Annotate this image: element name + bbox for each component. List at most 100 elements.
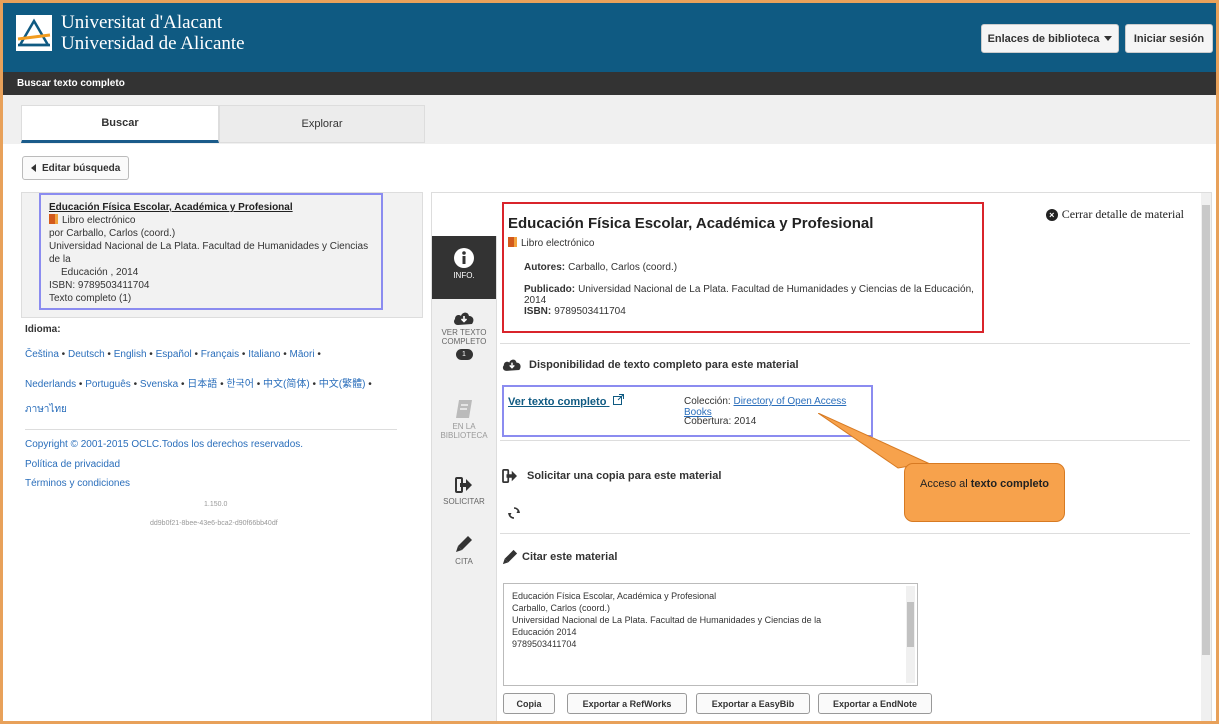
nav-info[interactable]: INFO. bbox=[432, 236, 496, 299]
tab-search[interactable]: Buscar bbox=[21, 105, 219, 143]
lang-link[interactable]: Español bbox=[156, 349, 192, 360]
info-icon bbox=[454, 248, 474, 268]
authors-label: Autores: bbox=[524, 262, 566, 273]
availability-heading-text: Disponibilidad de texto completo para es… bbox=[529, 358, 799, 371]
result-fulltext-count: Texto completo (1) bbox=[49, 293, 132, 304]
lang-link[interactable]: Deutsch bbox=[68, 349, 105, 360]
collection-label: Colección: bbox=[684, 396, 731, 407]
export-easybib-button[interactable]: Exportar a EasyBib bbox=[696, 693, 810, 714]
result-type-label: Libro electrónico bbox=[62, 215, 136, 226]
lang-link[interactable]: 한국어 bbox=[226, 379, 254, 390]
university-logo-icon[interactable] bbox=[16, 15, 52, 51]
language-links-row2: Nederlands • Português • Svenska • 日本語 •… bbox=[25, 375, 372, 390]
university-name[interactable]: Universitat d'Alacant Universidad de Ali… bbox=[61, 12, 245, 54]
nav-request[interactable]: SOLICITAR bbox=[432, 477, 496, 517]
cloud-download-icon bbox=[502, 359, 521, 371]
view-fulltext-label: Ver texto completo bbox=[508, 396, 607, 408]
separator: • bbox=[191, 349, 201, 360]
lang-link[interactable]: Māori bbox=[290, 349, 315, 360]
caret-down-icon bbox=[1104, 35, 1113, 41]
request-heading-text: Solicitar una copia para este material bbox=[527, 470, 722, 482]
result-title[interactable]: Educación Física Escolar, Académica y Pr… bbox=[49, 201, 373, 214]
lang-link[interactable]: ภาษาไทย bbox=[25, 404, 67, 415]
coverage-info: Cobertura: 2014 bbox=[684, 416, 756, 427]
lang-link[interactable]: 日本語 bbox=[187, 379, 217, 390]
nav-library[interactable]: EN LA BIBLIOTECA bbox=[432, 399, 496, 454]
ebook-icon bbox=[508, 237, 517, 247]
authors-value: Carballo, Carlos (coord.) bbox=[568, 262, 678, 273]
lang-link[interactable]: 中文(简体) bbox=[263, 379, 310, 390]
result-item[interactable]: Educación Física Escolar, Académica y Pr… bbox=[21, 192, 423, 318]
citation-textarea[interactable]: Educación Física Escolar, Académica y Pr… bbox=[503, 583, 918, 686]
export-refworks-button[interactable]: Exportar a RefWorks bbox=[567, 693, 687, 714]
nav-cite[interactable]: CITA bbox=[432, 535, 496, 575]
detail-panel: INFO. VER TEXTO COMPLETO 1 EN LA BIBLIOT… bbox=[431, 192, 1212, 721]
search-tabs: Buscar Explorar bbox=[3, 95, 1216, 144]
separator: • bbox=[130, 379, 140, 390]
lang-link[interactable]: Čeština bbox=[25, 349, 59, 360]
close-detail-label: Cerrar detalle de material bbox=[1061, 207, 1184, 221]
divider bbox=[25, 429, 397, 430]
detail-type: Libro electrónico bbox=[508, 237, 594, 249]
copy-button[interactable]: Copia bbox=[503, 693, 555, 714]
detail-side-nav: INFO. VER TEXTO COMPLETO 1 EN LA BIBLIOT… bbox=[432, 236, 497, 721]
library-links-dropdown[interactable]: Enlaces de biblioteca bbox=[981, 24, 1119, 53]
fulltext-count-badge: 1 bbox=[455, 349, 473, 360]
lang-link[interactable]: Italiano bbox=[248, 349, 280, 360]
isbn-label: ISBN: bbox=[524, 306, 552, 317]
citation-scrollbar[interactable] bbox=[906, 586, 915, 683]
nav-info-label: INFO. bbox=[453, 271, 475, 280]
external-link-icon bbox=[613, 394, 625, 405]
lang-link[interactable]: Português bbox=[85, 379, 131, 390]
sign-in-arrow-icon bbox=[502, 469, 517, 483]
detail-scroll-thumb[interactable] bbox=[1202, 205, 1210, 655]
view-fulltext-link[interactable]: Ver texto completo bbox=[508, 394, 625, 408]
published-label: Publicado: bbox=[524, 284, 576, 295]
lang-link[interactable]: Français bbox=[201, 349, 239, 360]
result-highlight-box: Educación Física Escolar, Académica y Pr… bbox=[39, 193, 383, 310]
separator: • bbox=[365, 379, 372, 390]
page-title: Buscar texto completo bbox=[17, 78, 125, 89]
separator: • bbox=[104, 349, 114, 360]
edit-search-label: Editar búsqueda bbox=[42, 162, 121, 174]
coverage-label: Cobertura: bbox=[684, 416, 732, 427]
login-button[interactable]: Iniciar sesión bbox=[1125, 24, 1213, 53]
nav-fulltext[interactable]: VER TEXTO COMPLETO 1 bbox=[432, 310, 496, 380]
sign-in-arrow-icon bbox=[455, 477, 472, 493]
export-endnote-button[interactable]: Exportar a EndNote bbox=[818, 693, 932, 714]
lang-link[interactable]: 中文(繁體) bbox=[319, 379, 366, 390]
separator: • bbox=[76, 379, 86, 390]
request-heading: Solicitar una copia para este material bbox=[502, 469, 721, 483]
published-value: Universidad Nacional de La Plata. Facult… bbox=[524, 284, 974, 306]
separator: • bbox=[280, 349, 290, 360]
result-author: por Carballo, Carlos (coord.) bbox=[49, 228, 176, 239]
caret-left-icon bbox=[31, 164, 36, 172]
lang-link[interactable]: Svenska bbox=[140, 379, 178, 390]
nav-request-label: SOLICITAR bbox=[443, 497, 485, 506]
record-info-highlight-box: Educación Física Escolar, Académica y Pr… bbox=[502, 202, 984, 333]
separator: • bbox=[239, 349, 249, 360]
close-detail-button[interactable]: × Cerrar detalle de material bbox=[1045, 207, 1184, 222]
library-links-label: Enlaces de biblioteca bbox=[987, 32, 1100, 45]
ebook-icon bbox=[49, 214, 58, 224]
separator: • bbox=[217, 379, 227, 390]
sub-header-bar: Buscar texto completo bbox=[3, 72, 1216, 95]
lang-link[interactable]: English bbox=[114, 349, 147, 360]
copyright-link[interactable]: Copyright © 2001-2015 OCLC.Todos los der… bbox=[25, 439, 303, 450]
citation-scroll-thumb[interactable] bbox=[907, 602, 914, 647]
separator: • bbox=[146, 349, 156, 360]
cloud-download-icon bbox=[454, 312, 474, 325]
tab-browse[interactable]: Explorar bbox=[219, 105, 425, 143]
terms-link[interactable]: Términos y condiciones bbox=[25, 478, 130, 489]
results-panel: Educación Física Escolar, Académica y Pr… bbox=[21, 192, 423, 532]
book-icon bbox=[456, 400, 472, 418]
coverage-value: 2014 bbox=[734, 416, 757, 427]
privacy-link[interactable]: Política de privacidad bbox=[25, 459, 120, 470]
detail-published: Publicado: Universidad Nacional de La Pla… bbox=[524, 284, 982, 306]
lang-link[interactable]: Nederlands bbox=[25, 379, 76, 390]
edit-search-button[interactable]: Editar búsqueda bbox=[22, 156, 130, 180]
pencil-icon bbox=[456, 536, 472, 552]
separator: • bbox=[178, 379, 188, 390]
detail-scrollbar[interactable] bbox=[1201, 193, 1211, 721]
cite-heading: Citar este material bbox=[502, 549, 617, 565]
